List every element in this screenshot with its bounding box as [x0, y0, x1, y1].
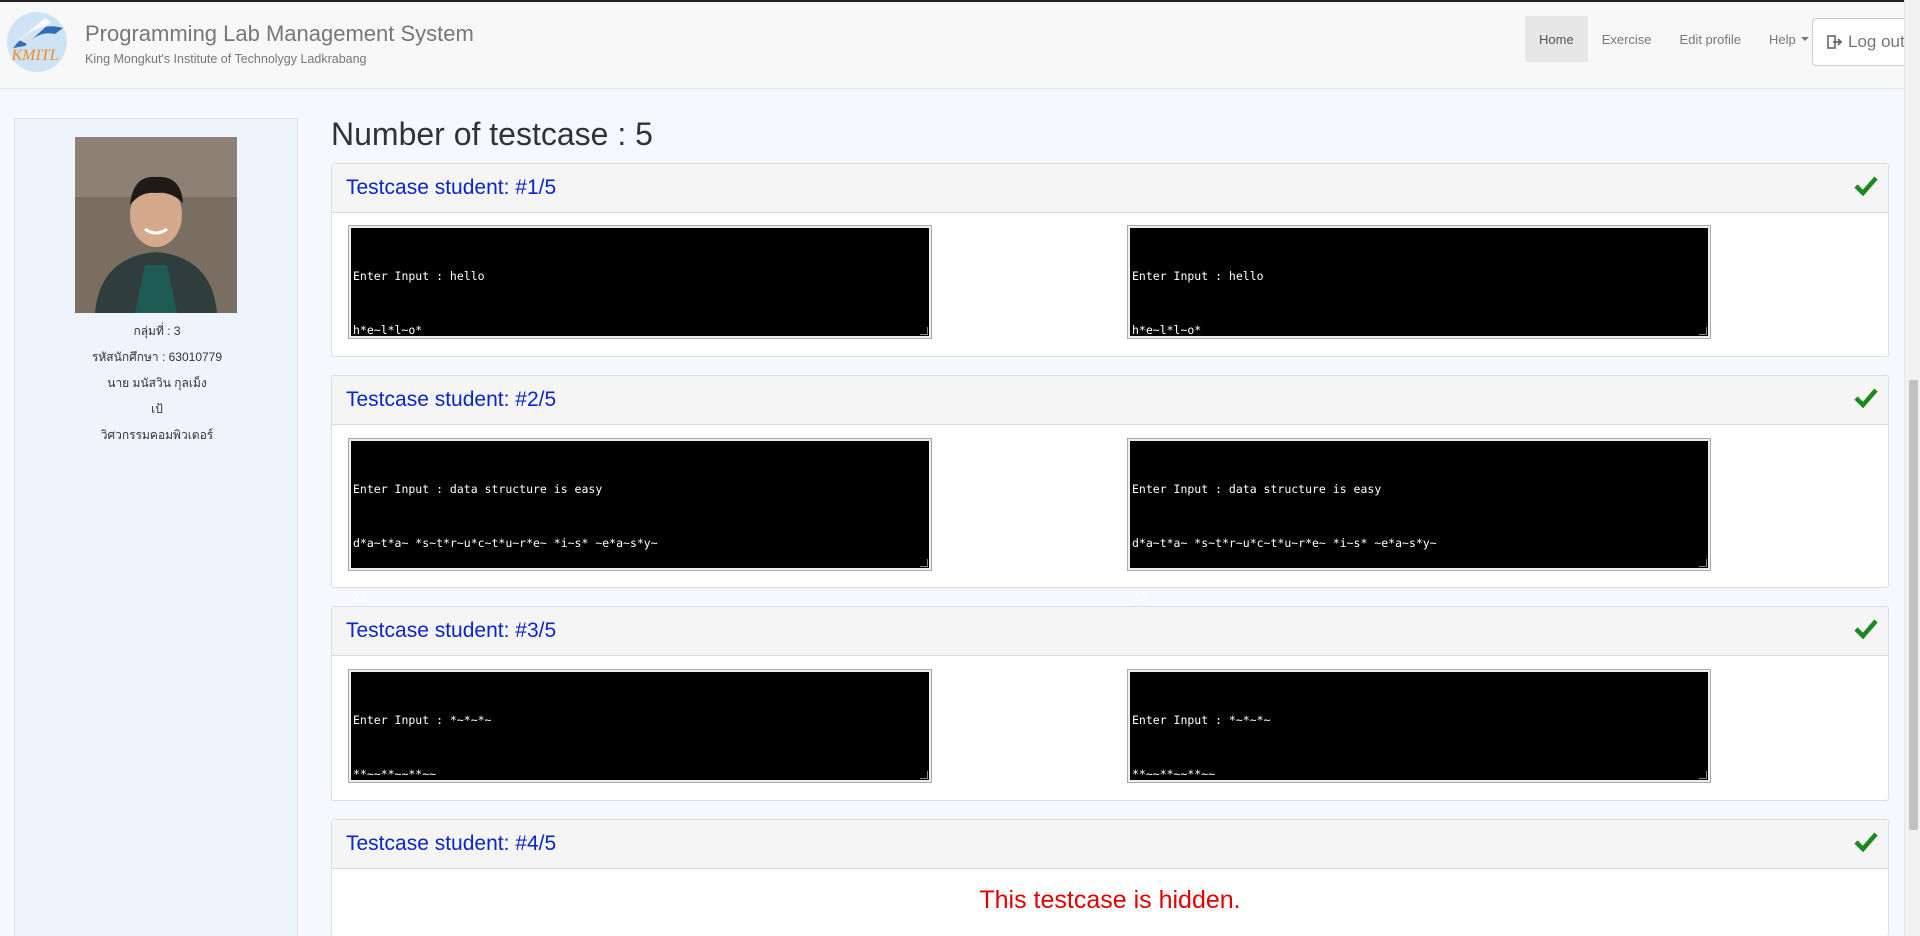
kmitl-logo[interactable]: KMITL	[5, 10, 69, 74]
student-group: กลุ่มที่ : 3	[133, 324, 181, 338]
testcase-header: Testcase student: #3/5	[332, 607, 1888, 656]
student-output-box[interactable]: Enter Input : *~*~*~ **~~**~~**~~ 6	[348, 669, 932, 835]
resize-handle-icon[interactable]	[920, 771, 928, 779]
student-nickname: เป้	[151, 402, 163, 416]
logo-text: KMITL	[10, 47, 58, 64]
page-scrollbar[interactable]	[1904, 0, 1920, 936]
testcase-header: Testcase student: #2/5	[332, 376, 1888, 425]
page-title: Number of testcase : 5	[331, 116, 653, 152]
expected-output-box[interactable]: Enter Input : data structure is easy d*a…	[1127, 438, 1711, 604]
student-sidebar: กลุ่มที่ : 3 รหัสนักศึกษา : 63010779 นาย…	[14, 118, 298, 936]
logout-label: Log out	[1848, 32, 1905, 51]
resize-handle-icon[interactable]	[920, 327, 928, 335]
output-line: h*e~l*l~o*	[353, 323, 423, 337]
resize-handle-icon[interactable]	[1699, 327, 1707, 335]
testcase-title: Testcase student: #3/5	[346, 619, 557, 642]
output-line: **~~**~~**~~	[353, 767, 437, 781]
output-line: 22	[353, 590, 367, 604]
student-output-box[interactable]: Enter Input : data structure is easy d*a…	[348, 438, 932, 604]
caret-down-icon	[1800, 37, 1809, 41]
testcase-panel-2: Testcase student: #2/5 Enter Input : dat…	[331, 375, 1889, 604]
hidden-testcase-message: This testcase is hidden.	[979, 886, 1241, 914]
output-line: h*e~l*l~o*	[1132, 323, 1202, 337]
check-icon	[1854, 832, 1878, 852]
output-line: Enter Input : data structure is easy	[353, 482, 603, 496]
testcase-title: Testcase student: #4/5	[346, 832, 557, 855]
brand-title[interactable]: Programming Lab Management System	[85, 21, 474, 47]
logout-button[interactable]: Log out	[1812, 18, 1912, 66]
output-line: Enter Input : data structure is easy	[1132, 482, 1382, 496]
output-line: 22	[1132, 590, 1146, 604]
nav-edit-profile[interactable]: Edit profile	[1666, 16, 1755, 62]
testcase-title: Testcase student: #2/5	[346, 388, 557, 411]
output-line: **~~**~~**~~	[1132, 767, 1216, 781]
scrollbar-thumb[interactable]	[1909, 380, 1918, 830]
testcase-panel-3: Testcase student: #3/5 Enter Input : *~*…	[331, 606, 1889, 835]
nav-home[interactable]: Home	[1525, 16, 1588, 62]
nav-home-label: Home	[1539, 31, 1574, 47]
resize-handle-icon[interactable]	[1699, 771, 1707, 779]
sign-out-icon	[1827, 35, 1843, 49]
brand-subtitle: King Mongkut's Institute of Technolygy L…	[85, 52, 367, 66]
check-icon	[1854, 176, 1878, 196]
student-avatar	[75, 137, 237, 313]
expected-output-box[interactable]: Enter Input : *~*~*~ **~~**~~**~~ 6	[1127, 669, 1711, 835]
nav-exercise-label: Exercise	[1601, 31, 1652, 47]
testcase-panel-4: Testcase student: #4/5 This testcase is …	[331, 819, 1889, 936]
student-department: วิศวกรรมคอมพิวเตอร์	[100, 428, 214, 442]
student-output-box[interactable]: Enter Input : hello h*e~l*l~o* 5	[348, 225, 932, 391]
nav-exercise[interactable]: Exercise	[1588, 16, 1666, 62]
testcase-header: Testcase student: #1/5	[332, 164, 1888, 213]
student-id: รหัสนักศึกษา : 63010779	[91, 350, 223, 364]
nav-help-label: Help	[1768, 31, 1796, 47]
expected-output-box[interactable]: Enter Input : hello h*e~l*l~o* 5	[1127, 225, 1711, 391]
testcase-header: Testcase student: #4/5	[332, 820, 1888, 869]
output-line: d*a~t*a~ *s~t*r~u*c~t*u~r*e~ *i~s* ~e*a~…	[353, 536, 658, 550]
navbar: KMITL Programming Lab Management System …	[0, 0, 1912, 89]
output-line: d*a~t*a~ *s~t*r~u*c~t*u~r*e~ *i~s* ~e*a~…	[1132, 536, 1437, 550]
testcase-panel-1: Testcase student: #1/5 Enter Input : hel…	[331, 163, 1889, 391]
nav-menu: Home Exercise Edit profile Help	[1525, 16, 1823, 62]
resize-handle-icon[interactable]	[1699, 559, 1707, 567]
nav-edit-profile-label: Edit profile	[1679, 31, 1741, 47]
testcase-title: Testcase student: #1/5	[346, 176, 557, 199]
check-icon	[1854, 388, 1878, 408]
student-name: นาย มนัสวิน กุลเม็ง	[107, 376, 207, 390]
output-line: Enter Input : hello	[353, 269, 485, 283]
output-line: Enter Input : *~*~*~	[353, 713, 492, 727]
resize-handle-icon[interactable]	[920, 559, 928, 567]
output-line: Enter Input : hello	[1132, 269, 1264, 283]
check-icon	[1854, 619, 1878, 639]
output-line: Enter Input : *~*~*~	[1132, 713, 1271, 727]
